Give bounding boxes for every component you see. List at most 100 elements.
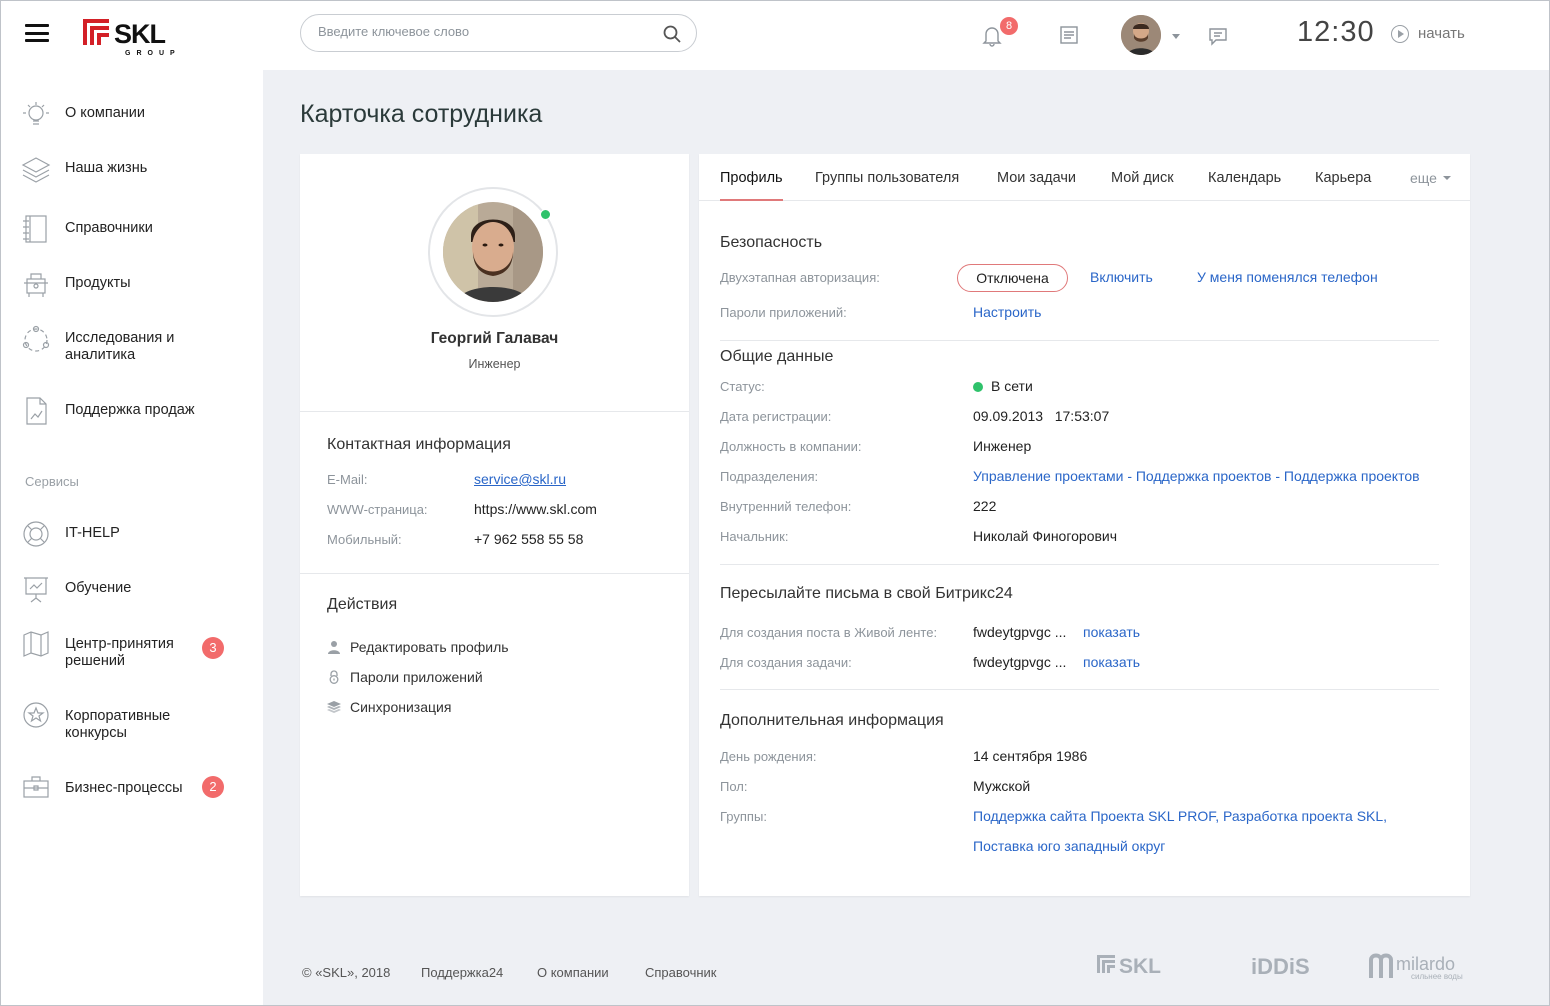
sidebar-item-life[interactable]: Наша жизнь xyxy=(1,148,263,192)
divider xyxy=(720,564,1439,565)
document-chart-icon xyxy=(26,397,47,425)
app-passwords-action[interactable]: Пароли приложений xyxy=(327,669,483,685)
sidebar-item-decision-center[interactable]: Центр-принятия решений 3 xyxy=(1,623,263,669)
tab-career[interactable]: Карьера xyxy=(1315,170,1371,201)
divider xyxy=(300,411,689,412)
forward-title: Пересылайте письма в свой Битрикс24 xyxy=(720,585,1013,602)
sidebar-item-about[interactable]: О компании xyxy=(1,93,263,137)
configure-link[interactable]: Настроить xyxy=(973,304,1041,320)
edit-profile-action[interactable]: Редактировать профиль xyxy=(327,639,509,655)
post-address-label: Для создания поста в Живой ленте: xyxy=(720,625,938,640)
sidebar-item-it-help[interactable]: IT-HELP xyxy=(1,513,263,557)
search-icon[interactable] xyxy=(662,24,682,44)
chevron-down-icon[interactable] xyxy=(1172,34,1180,39)
briefcase-icon xyxy=(23,776,49,798)
sidebar-item-directories[interactable]: Справочники xyxy=(1,208,263,252)
sidebar-item-label: О компании xyxy=(65,105,145,121)
sidebar-item-label: IT-HELP xyxy=(65,525,120,541)
menu-icon[interactable] xyxy=(25,24,49,42)
divider xyxy=(720,340,1439,341)
internal-phone-label: Внутренний телефон: xyxy=(720,499,852,514)
footer-skl-logo[interactable]: SKL xyxy=(1097,952,1179,984)
groups-link-line2[interactable]: Поставка юго западный округ xyxy=(973,838,1165,854)
sidebar-item-label: Центр-принятия решений xyxy=(65,636,174,669)
sidebar-item-research[interactable]: Исследования и аналитика xyxy=(1,319,263,363)
task-address-label: Для создания задачи: xyxy=(720,655,852,670)
twofa-status-badge[interactable]: Отключена xyxy=(957,264,1068,292)
cart-icon xyxy=(24,273,48,297)
logo-text: SKL xyxy=(114,19,166,49)
search-box[interactable] xyxy=(300,14,697,52)
footer-link-support[interactable]: Поддержка24 xyxy=(421,965,503,980)
bell-icon[interactable] xyxy=(982,25,1002,47)
tab-my-tasks[interactable]: Мои задачи xyxy=(997,170,1076,201)
footer-logo-text: milardo xyxy=(1396,954,1455,974)
task-address-value: fwdeytgpvgc ... xyxy=(973,654,1067,670)
star-icon xyxy=(23,702,49,728)
avatar[interactable] xyxy=(443,202,543,302)
departments-link[interactable]: Управление проектами - Поддержка проекто… xyxy=(973,468,1420,484)
notification-badge: 3 xyxy=(202,637,224,659)
contact-info-title: Контактная информация xyxy=(327,436,511,453)
logo-sub: GROUP xyxy=(125,50,181,57)
actions-title: Действия xyxy=(327,596,398,613)
sidebar-item-products[interactable]: Продукты xyxy=(1,263,263,307)
birthday-label: День рождения: xyxy=(720,749,817,764)
sidebar-item-contests[interactable]: Корпоративные конкурсы xyxy=(1,694,263,741)
sidebar-item-business-processes[interactable]: Бизнес-процессы 2 xyxy=(1,766,263,810)
groups-link-line1[interactable]: Поддержка сайта Проекта SKL PROF, Разраб… xyxy=(973,808,1387,824)
reg-date-value: 09.09.2013 17:53:07 xyxy=(973,408,1110,424)
action-label: Синхронизация xyxy=(350,699,452,715)
phone-changed-link[interactable]: У меня поменялся телефон xyxy=(1197,269,1378,285)
chat-icon[interactable] xyxy=(1208,26,1228,46)
network-icon xyxy=(22,325,50,352)
tab-my-disk[interactable]: Мой диск xyxy=(1111,170,1174,201)
tab-profile[interactable]: Профиль xyxy=(720,170,783,201)
twofa-label: Двухэтапная авторизация: xyxy=(720,270,880,285)
user-position: Инженер xyxy=(468,357,521,371)
tab-more[interactable]: еще xyxy=(1410,170,1451,186)
map-icon xyxy=(23,631,49,657)
sidebar-item-learning[interactable]: Обучение xyxy=(1,568,263,612)
post-address-value: fwdeytgpvgc ... xyxy=(973,624,1067,640)
presentation-icon xyxy=(24,577,48,603)
divider xyxy=(720,689,1439,690)
sync-action[interactable]: Синхронизация xyxy=(327,699,451,715)
footer-link-about[interactable]: О компании xyxy=(537,965,609,980)
status-text: В сети xyxy=(991,378,1033,394)
sidebar-item-label: Обучение xyxy=(65,580,132,596)
skl-logo[interactable]: SKL GROUP xyxy=(83,17,203,59)
start-button[interactable]: начать xyxy=(1418,25,1465,42)
play-icon[interactable] xyxy=(1391,25,1409,43)
services-heading: Сервисы xyxy=(25,474,79,489)
lock-icon xyxy=(329,670,339,684)
notification-badge: 2 xyxy=(202,776,224,798)
enable-twofa-link[interactable]: Включить xyxy=(1090,269,1153,285)
notifications-badge: 8 xyxy=(1000,17,1018,35)
supervisor-label: Начальник: xyxy=(720,529,789,544)
sidebar-item-label: Справочники xyxy=(65,220,153,236)
online-status-dot xyxy=(973,382,983,392)
tab-user-groups[interactable]: Группы пользователя xyxy=(815,170,959,201)
email-link[interactable]: service@skl.ru xyxy=(474,471,566,487)
mobile-value: +7 962 558 55 58 xyxy=(474,531,584,547)
feed-icon[interactable] xyxy=(1059,25,1079,45)
sidebar-item-sales-support[interactable]: Поддержка продаж xyxy=(1,390,263,434)
layers-icon xyxy=(327,701,341,713)
app-passwords-label: Пароли приложений: xyxy=(720,305,847,320)
search-input[interactable] xyxy=(318,24,648,39)
user-icon xyxy=(328,641,340,654)
tab-calendar[interactable]: Календарь xyxy=(1208,170,1281,201)
show-post-address-link[interactable]: показать xyxy=(1083,624,1140,640)
footer-milardo-logo[interactable]: milardo сильнее воды xyxy=(1369,950,1473,984)
show-task-address-link[interactable]: показать xyxy=(1083,654,1140,670)
user-avatar[interactable] xyxy=(1121,15,1161,55)
extra-info-title: Дополнительная информация xyxy=(720,712,944,729)
action-label: Редактировать профиль xyxy=(350,639,509,655)
gender-value: Мужской xyxy=(973,778,1031,794)
internal-phone-value: 222 xyxy=(973,498,997,514)
footer-iddis-logo[interactable]: iDDiS xyxy=(1249,952,1311,984)
footer-link-directory[interactable]: Справочник xyxy=(645,965,717,980)
lifebuoy-icon xyxy=(23,521,49,547)
departments-label: Подразделения: xyxy=(720,469,819,484)
